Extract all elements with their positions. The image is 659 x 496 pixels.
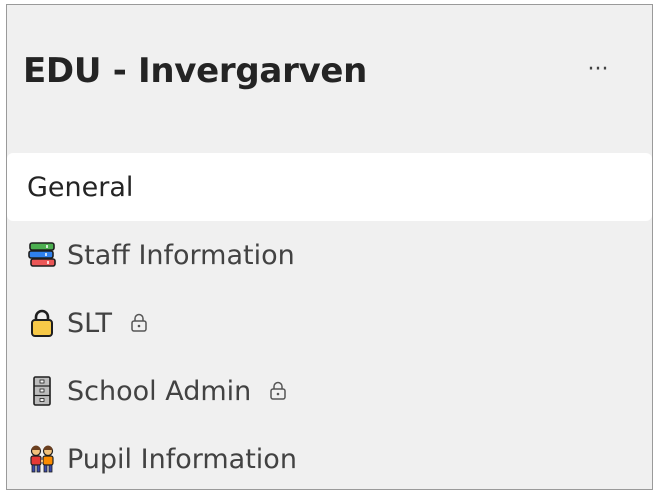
- channel-label: Pupil Information: [67, 443, 297, 475]
- children-holding-hands-icon: [27, 444, 57, 474]
- more-options-icon: ···: [587, 56, 609, 82]
- channel-label: SLT: [67, 307, 112, 339]
- channel-pupil-information[interactable]: Pupil Information: [7, 425, 652, 489]
- private-channel-lock-icon: [130, 313, 148, 333]
- channel-label: School Admin: [67, 375, 252, 407]
- channel-staff-information[interactable]: Staff Information: [7, 221, 652, 289]
- private-channel-lock-icon: [269, 381, 287, 401]
- channel-label: Staff Information: [67, 239, 295, 271]
- team-header: EDU - Invergarven ···: [7, 5, 652, 145]
- locked-padlock-icon: [27, 308, 57, 338]
- books-icon: [27, 240, 57, 270]
- channel-list: General Staff Information SLT School Adm…: [7, 153, 652, 489]
- team-name[interactable]: EDU - Invergarven: [23, 51, 367, 91]
- channel-general[interactable]: General: [7, 153, 652, 221]
- channel-school-admin[interactable]: School Admin: [7, 357, 652, 425]
- filing-cabinet-icon: [27, 376, 57, 406]
- channel-slt[interactable]: SLT: [7, 289, 652, 357]
- channel-label: General: [27, 171, 134, 203]
- more-options-button[interactable]: ···: [576, 51, 620, 87]
- team-panel: EDU - Invergarven ··· General Staff Info…: [6, 4, 653, 490]
